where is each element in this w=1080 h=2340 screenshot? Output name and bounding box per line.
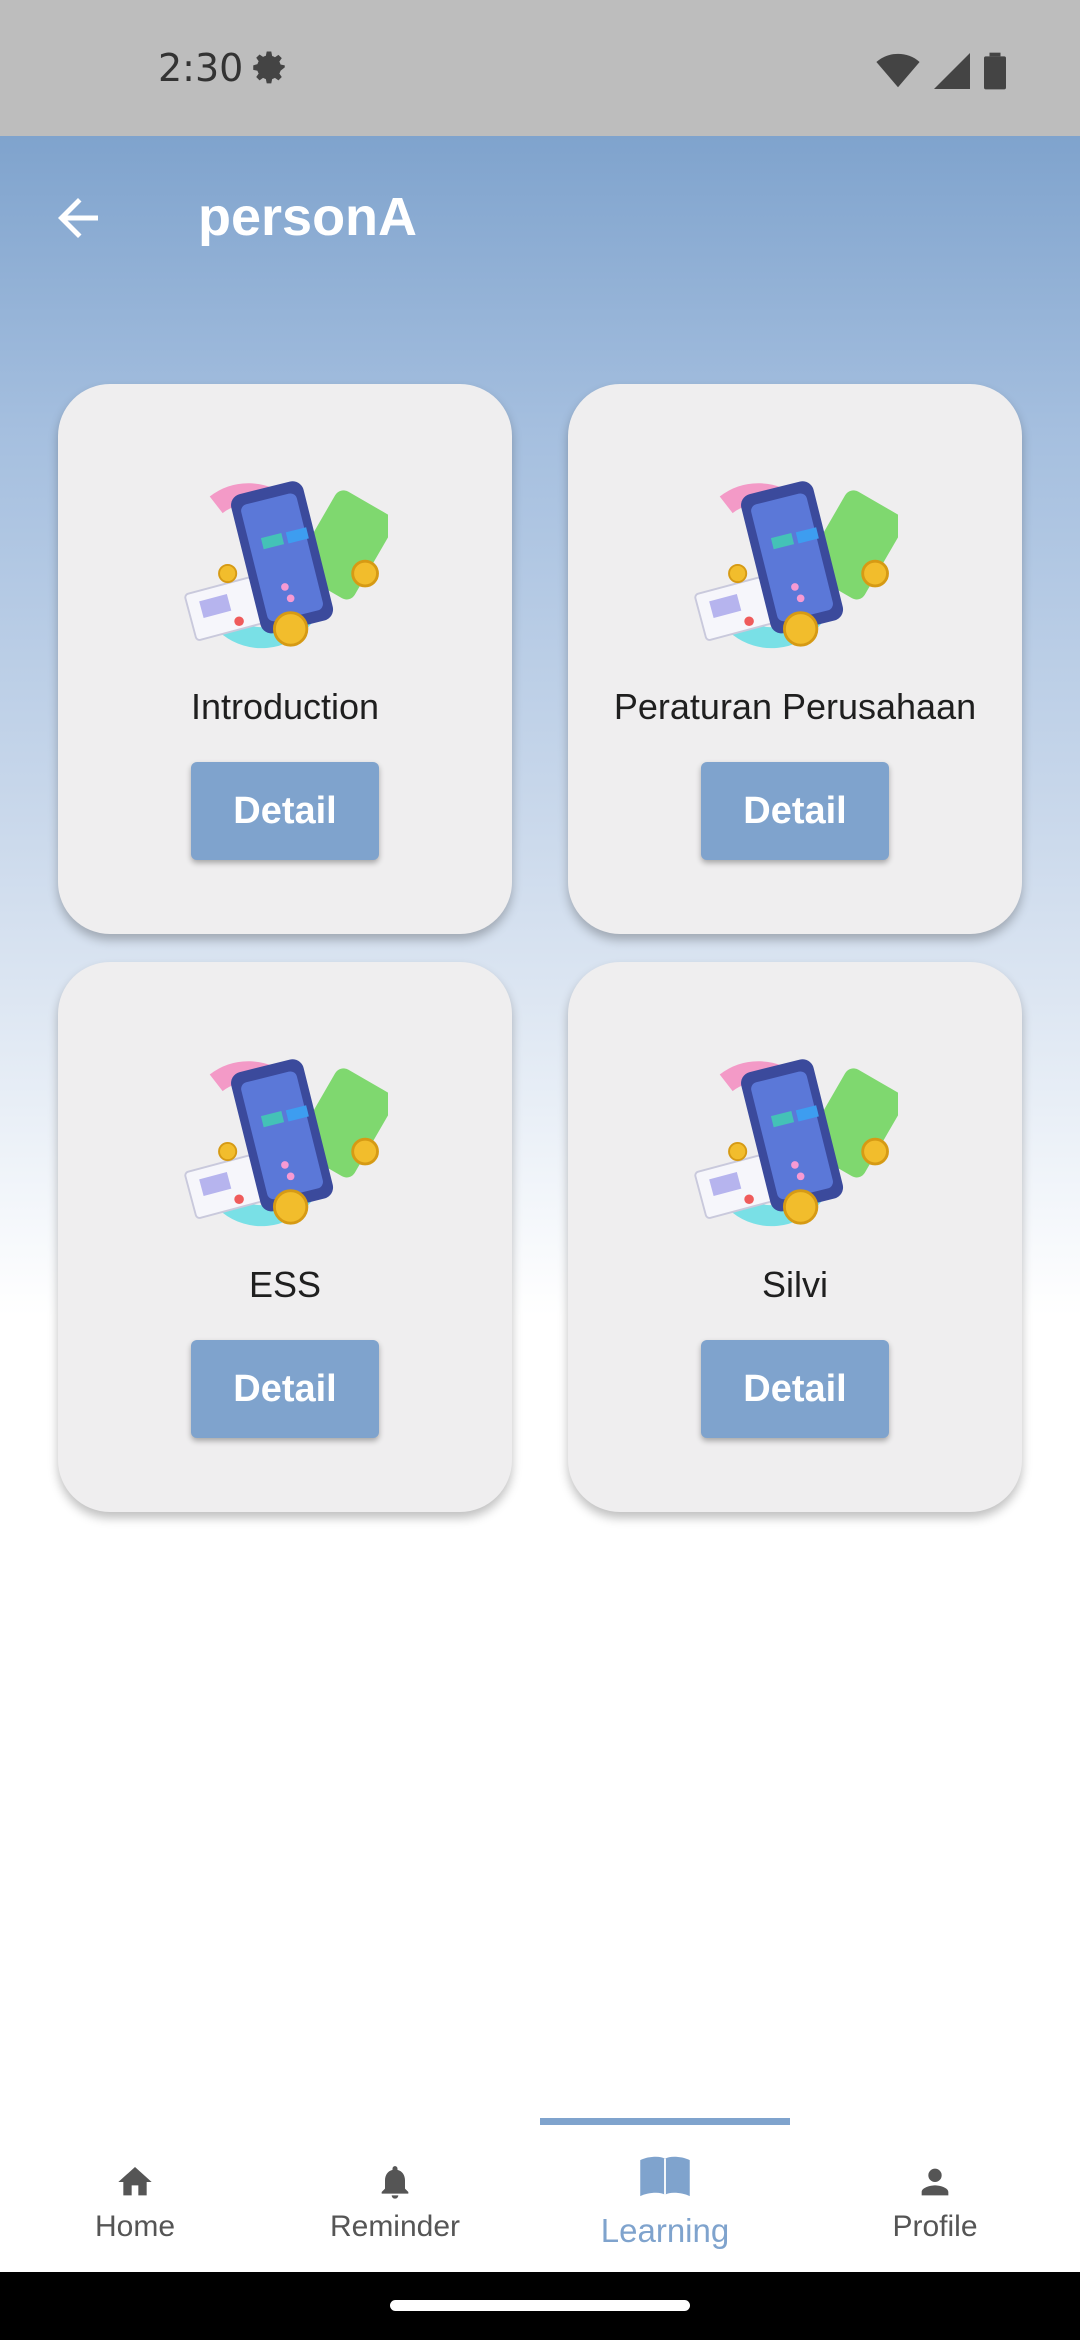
- status-bar: 2:30: [0, 0, 1080, 136]
- detail-button[interactable]: Detail: [191, 1340, 379, 1438]
- home-gesture-handle[interactable]: [390, 2300, 690, 2311]
- nav-label: Profile: [892, 2210, 978, 2243]
- home-icon: [118, 2167, 152, 2196]
- card-title: Introduction: [190, 686, 380, 727]
- card-title: Peraturan Perusahaan: [613, 686, 977, 727]
- learning-card-ess[interactable]: ESS Detail: [58, 962, 512, 1512]
- nav-label: Learning: [600, 2212, 730, 2249]
- nav-label: Reminder: [329, 2210, 461, 2243]
- cell-signal-icon: [934, 53, 970, 89]
- book-icon: [640, 2156, 690, 2197]
- back-arrow-icon[interactable]: [48, 188, 108, 248]
- system-gesture-bar: [0, 2272, 1080, 2340]
- person-icon: [921, 2168, 949, 2196]
- learning-grid: Introduction Detail Peraturan Perusahaan…: [58, 384, 1022, 1512]
- status-icons: [876, 52, 1006, 90]
- learning-card-silvi[interactable]: Silvi Detail: [568, 962, 1022, 1512]
- card-title: Silvi: [761, 1264, 828, 1305]
- status-time: 2:30: [158, 46, 244, 90]
- finance-illustration-icon: [688, 474, 898, 654]
- finance-illustration-icon: [178, 1052, 388, 1232]
- nav-item-reminder[interactable]: Reminder: [260, 2130, 530, 2270]
- page-title: personA: [198, 187, 418, 247]
- nav-item-home[interactable]: Home: [0, 2130, 270, 2270]
- nav-label: Home: [94, 2210, 176, 2243]
- active-tab-indicator: [540, 2118, 790, 2125]
- detail-button[interactable]: Detail: [701, 762, 889, 860]
- finance-illustration-icon: [688, 1052, 898, 1232]
- detail-button[interactable]: Detail: [701, 1340, 889, 1438]
- nav-item-profile[interactable]: Profile: [800, 2130, 1070, 2270]
- learning-card-introduction[interactable]: Introduction Detail: [58, 384, 512, 934]
- nav-item-learning[interactable]: Learning: [530, 2130, 800, 2270]
- card-title: ESS: [248, 1264, 322, 1305]
- detail-button[interactable]: Detail: [191, 762, 379, 860]
- settings-gear-icon: [253, 51, 285, 84]
- bell-icon: [381, 2166, 409, 2199]
- learning-card-peraturan-perusahaan[interactable]: Peraturan Perusahaan Detail: [568, 384, 1022, 934]
- finance-illustration-icon: [178, 474, 388, 654]
- battery-icon: [984, 52, 1006, 90]
- app-bar: personA: [0, 136, 1080, 292]
- wifi-icon: [876, 53, 920, 88]
- bottom-navigation: Home Reminder Learning Profile: [0, 2100, 1080, 2272]
